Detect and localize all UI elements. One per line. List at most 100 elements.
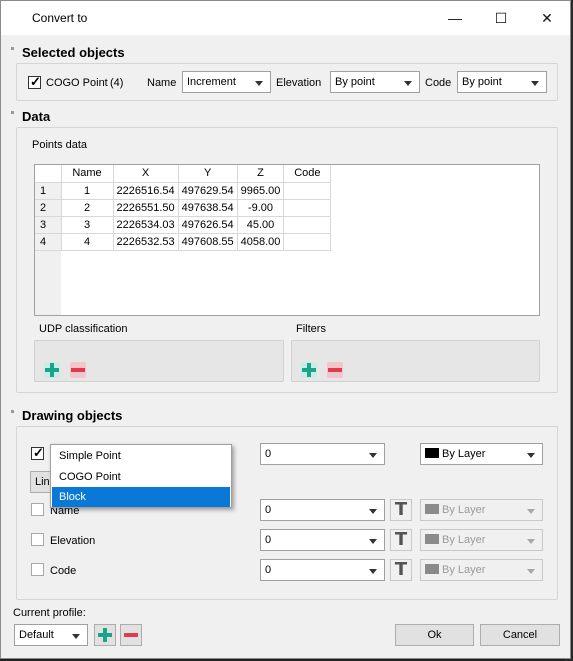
table-cell[interactable]: 4: [61, 233, 114, 251]
chevron-down-icon: [369, 509, 377, 514]
chevron-down-icon: [255, 81, 263, 86]
table-cell[interactable]: 2: [61, 199, 114, 217]
color-swatch: [425, 504, 439, 514]
table-cell[interactable]: 2226532.53: [113, 233, 179, 251]
chevron-down-icon: [531, 81, 539, 86]
table-cell[interactable]: 2226551.50: [113, 199, 179, 217]
elevation-text-style-button[interactable]: T: [390, 529, 412, 551]
column-header[interactable]: Name: [61, 165, 114, 183]
remove-profile-button[interactable]: [120, 624, 142, 646]
row-header[interactable]: 2: [35, 199, 62, 217]
table-cell[interactable]: [283, 199, 332, 217]
title-bar: Convert to — ☐ ✕: [1, 1, 570, 35]
remove-udp-button[interactable]: [67, 359, 89, 381]
table-row[interactable]: 2 2 2226551.50 497638.54 -9.00: [35, 199, 332, 217]
column-header[interactable]: Code: [283, 165, 332, 183]
name-checkbox[interactable]: [31, 503, 44, 516]
column-header[interactable]: Z: [237, 165, 285, 183]
add-filter-button[interactable]: [298, 359, 320, 381]
table-cell[interactable]: 2226534.03: [113, 216, 179, 234]
table-cell[interactable]: 497608.55: [178, 233, 238, 251]
chevron-down-icon: [527, 509, 535, 514]
table-row[interactable]: 1 1 2226516.54 497629.54 9965.00: [35, 182, 332, 200]
name-mode-select[interactable]: Increment: [182, 71, 271, 93]
udp-classification-label: UDP classification: [39, 323, 128, 335]
udp-classification-box: [34, 340, 284, 382]
name-label: Name: [147, 77, 177, 89]
table-cell[interactable]: 9965.00: [237, 182, 285, 200]
elevation-mode-value: By point: [335, 76, 375, 88]
row-header[interactable]: 1: [35, 182, 62, 200]
column-header[interactable]: X: [113, 165, 179, 183]
code-checkbox[interactable]: [31, 563, 44, 576]
chevron-down-icon: [369, 453, 377, 458]
color-swatch: [425, 448, 439, 458]
add-udp-button[interactable]: [41, 359, 63, 381]
name-color-select[interactable]: By Layer: [420, 499, 543, 521]
point-color-select[interactable]: By Layer: [420, 443, 543, 465]
code-layer-select[interactable]: 0: [260, 559, 385, 581]
code-color-select[interactable]: By Layer: [420, 559, 543, 581]
drawing-objects-header: Drawing objects: [22, 408, 123, 423]
chevron-down-icon: [527, 453, 535, 458]
points-table[interactable]: Name X Y Z Code 1 1 2226516.54 497629.54…: [34, 164, 540, 316]
elevation-mode-select[interactable]: By point: [330, 71, 420, 93]
column-header[interactable]: Y: [178, 165, 238, 183]
chevron-down-icon: [527, 539, 535, 544]
selected-objects-header: Selected objects: [22, 45, 125, 60]
elevation-row-label: Elevation: [50, 535, 96, 547]
drawing-type-checkbox[interactable]: [31, 445, 44, 461]
table-cell[interactable]: 45.00: [237, 216, 285, 234]
window-title: Convert to: [32, 11, 88, 25]
section-bullet: [11, 111, 14, 114]
table-cell[interactable]: -9.00: [237, 199, 285, 217]
elevation-color-value: By Layer: [442, 534, 486, 546]
close-button[interactable]: ✕: [524, 1, 570, 35]
dropdown-option-simple-point[interactable]: Simple Point: [52, 446, 230, 466]
dropdown-option-block[interactable]: Block: [52, 487, 230, 507]
table-cell[interactable]: 497626.54: [178, 216, 238, 234]
table-cell[interactable]: [283, 216, 332, 234]
cogo-point-label: COGO Point: [46, 77, 108, 89]
code-text-style-button[interactable]: T: [390, 559, 412, 581]
chevron-down-icon: [369, 569, 377, 574]
filters-box: [291, 340, 540, 382]
plus-icon: [301, 362, 317, 378]
remove-filter-button[interactable]: [324, 359, 346, 381]
profile-value: Default: [19, 629, 54, 641]
column-header[interactable]: [35, 165, 62, 183]
profile-select[interactable]: Default: [14, 624, 88, 646]
name-layer-select[interactable]: 0: [260, 499, 385, 521]
code-mode-select[interactable]: By point: [457, 71, 547, 93]
elevation-color-select[interactable]: By Layer: [420, 529, 543, 551]
row-header[interactable]: 3: [35, 216, 62, 234]
drawing-type-dropdown[interactable]: Simple Point COGO Point Block: [50, 444, 232, 508]
section-bullet: [11, 47, 14, 50]
add-profile-button[interactable]: [94, 624, 116, 646]
chevron-down-icon: [404, 81, 412, 86]
ok-button[interactable]: Ok: [395, 624, 474, 646]
cancel-button[interactable]: Cancel: [480, 624, 560, 646]
table-cell[interactable]: 3: [61, 216, 114, 234]
table-cell[interactable]: 2226516.54: [113, 182, 179, 200]
selected-objects-group: COGO Point (4) Name Increment Elevation …: [16, 63, 558, 101]
maximize-button[interactable]: ☐: [478, 1, 524, 35]
table-cell[interactable]: [283, 182, 332, 200]
table-cell[interactable]: 1: [61, 182, 114, 200]
chevron-down-icon: [369, 539, 377, 544]
table-row[interactable]: 4 4 2226532.53 497608.55 4058.00: [35, 233, 332, 251]
table-cell[interactable]: 4058.00: [237, 233, 285, 251]
table-cell[interactable]: 497629.54: [178, 182, 238, 200]
row-header[interactable]: 4: [35, 233, 62, 251]
cogo-point-checkbox[interactable]: [28, 74, 41, 90]
minimize-button[interactable]: —: [432, 1, 478, 35]
table-row[interactable]: 3 3 2226534.03 497626.54 45.00: [35, 216, 332, 234]
elevation-checkbox[interactable]: [31, 533, 44, 546]
symbol-size-select[interactable]: 0: [260, 443, 385, 465]
table-cell[interactable]: 497638.54: [178, 199, 238, 217]
table-cell[interactable]: [283, 233, 332, 251]
name-text-style-button[interactable]: T: [390, 499, 412, 521]
dropdown-option-cogo-point[interactable]: COGO Point: [52, 467, 230, 487]
table-header-row: Name X Y Z Code: [35, 165, 332, 183]
elevation-layer-select[interactable]: 0: [260, 529, 385, 551]
